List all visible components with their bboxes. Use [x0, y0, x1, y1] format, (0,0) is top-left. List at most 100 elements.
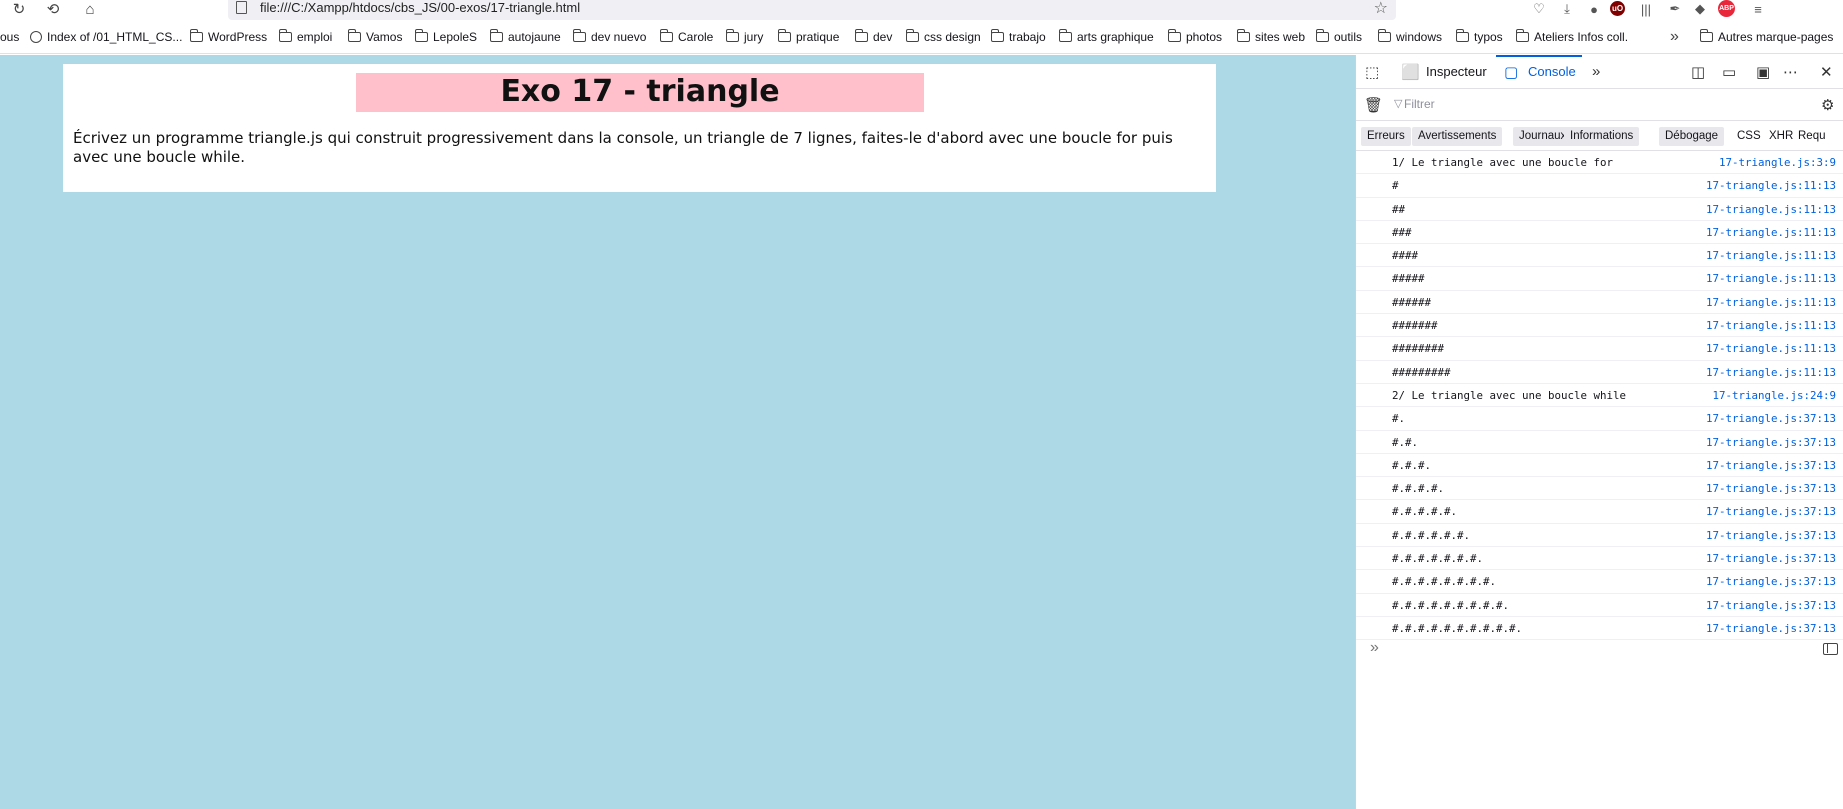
bookmark-other[interactable]: Autres marque-pages [1699, 29, 1833, 44]
bookmark-item[interactable]: photos [1167, 29, 1222, 44]
bookmark-item[interactable]: WordPress [189, 29, 267, 44]
bookmark-label: Index of /01_HTML_CS... [47, 30, 183, 44]
source-location-link[interactable]: 17-triangle.js:37:13 [1706, 575, 1836, 588]
source-location-link[interactable]: 17-triangle.js:24:9 [1712, 389, 1836, 402]
folder-icon [854, 29, 868, 42]
console-message: #.#.#.#.#.#.#. 17-triangle.js:37:13 [1356, 547, 1843, 571]
source-location-link[interactable]: 17-triangle.js:11:13 [1706, 366, 1836, 379]
bookmark-item[interactable]: sites web [1236, 29, 1305, 44]
source-location-link[interactable]: 17-triangle.js:37:13 [1706, 436, 1836, 449]
console-message-text: ######### [1392, 365, 1451, 379]
history-icon[interactable]: ⟲ [42, 0, 64, 18]
folder-icon [1236, 29, 1250, 42]
responsive-icon[interactable]: ▣ [1756, 63, 1770, 81]
dock-icon[interactable]: ◫ [1691, 63, 1705, 81]
bookmark-item[interactable]: ous [0, 30, 19, 44]
source-location-link[interactable]: 17-triangle.js:11:13 [1706, 249, 1836, 262]
source-location-link[interactable]: 17-triangle.js:37:13 [1706, 552, 1836, 565]
exercise-description: Écrivez un programme triangle.js qui con… [73, 129, 1173, 166]
source-location-link[interactable]: 17-triangle.js:37:13 [1706, 599, 1836, 612]
bookmark-item[interactable]: autojaune [489, 29, 561, 44]
bookmark-item[interactable]: dev [854, 29, 892, 44]
page-title: Exo 17 - triangle [356, 73, 924, 112]
tab-console[interactable]: Console [1528, 64, 1576, 79]
bookmark-label: arts graphique [1077, 30, 1154, 44]
ublock-icon[interactable]: uO [1610, 1, 1625, 16]
folder-icon [572, 29, 586, 42]
folder-icon [1515, 29, 1529, 42]
home-icon[interactable]: ⌂ [79, 0, 101, 18]
source-location-link[interactable]: 17-triangle.js:3:9 [1719, 156, 1836, 169]
more-tabs-icon[interactable]: » [1592, 63, 1600, 80]
close-icon[interactable]: ✕ [1820, 63, 1833, 81]
eyedropper-icon[interactable]: ✒ [1665, 0, 1685, 18]
split-console-icon[interactable] [1823, 643, 1838, 655]
source-location-link[interactable]: 17-triangle.js:11:13 [1706, 179, 1836, 192]
console-message-text: ##### [1392, 272, 1425, 286]
bookmark-label: pratique [796, 30, 840, 44]
bookmark-item[interactable]: windows [1377, 29, 1442, 44]
console-message-text: ####### [1392, 319, 1438, 333]
request-filter-toggle[interactable]: CSS [1731, 127, 1767, 146]
bookmark-item[interactable]: dev nuevo [572, 29, 646, 44]
source-location-link[interactable]: 17-triangle.js:11:13 [1706, 342, 1836, 355]
log-level-toggle[interactable]: Avertissements [1412, 127, 1503, 146]
bookmark-item[interactable]: trabajo [990, 29, 1046, 44]
source-location-link[interactable]: 17-triangle.js:11:13 [1706, 296, 1836, 309]
element-picker-icon[interactable]: ⬚ [1365, 63, 1379, 81]
bookmark-label: Carole [678, 30, 714, 44]
bookmark-item[interactable]: outils [1315, 29, 1362, 44]
source-location-link[interactable]: 17-triangle.js:37:13 [1706, 459, 1836, 472]
bookmark-item[interactable]: pratique [777, 29, 840, 44]
log-level-toggle[interactable]: Débogage [1659, 127, 1725, 146]
bookmark-item[interactable]: Ateliers Infos coll. [1515, 29, 1628, 44]
bookmark-item[interactable]: arts graphique [1058, 29, 1154, 44]
source-location-link[interactable]: 17-triangle.js:37:13 [1706, 412, 1836, 425]
bookmark-item[interactable]: Carole [659, 29, 714, 44]
bookmark-item[interactable]: Vamos [347, 29, 402, 44]
folder-icon [1455, 29, 1469, 42]
tab-inspector[interactable]: Inspecteur [1426, 64, 1487, 79]
pocket-icon[interactable]: ♡ [1529, 0, 1549, 18]
source-location-link[interactable]: 17-triangle.js:37:13 [1706, 529, 1836, 542]
menu-icon[interactable]: ≡ [1748, 0, 1768, 18]
folder-icon [1058, 29, 1072, 42]
more-options-icon[interactable]: ⋯ [1783, 63, 1798, 81]
source-location-link[interactable]: 17-triangle.js:11:13 [1706, 319, 1836, 332]
account-icon[interactable]: ● [1584, 0, 1604, 18]
request-filter-toggle[interactable]: Requ [1792, 127, 1832, 146]
bookmark-star-icon[interactable]: ☆ [1374, 0, 1388, 18]
source-location-link[interactable]: 17-triangle.js:37:13 [1706, 505, 1836, 518]
source-location-link[interactable]: 17-triangle.js:11:13 [1706, 226, 1836, 239]
console-message: #.#.#.#.#.#. 17-triangle.js:37:13 [1356, 524, 1843, 548]
bookmarks-overflow-icon[interactable]: » [1670, 28, 1679, 46]
trash-icon[interactable]: 🗑 [1364, 96, 1383, 114]
bookmark-item[interactable]: typos [1455, 29, 1503, 44]
bookmark-item[interactable]: jury [725, 29, 763, 44]
log-level-toggle[interactable]: Erreurs [1361, 127, 1411, 146]
layers-icon[interactable]: ◆ [1690, 0, 1710, 18]
console-message-text: #### [1392, 249, 1419, 263]
download-icon[interactable]: ⤓ [1557, 0, 1577, 18]
folder-icon [659, 29, 673, 42]
source-location-link[interactable]: 17-triangle.js:37:13 [1706, 482, 1836, 495]
bookmark-item[interactable]: emploi [278, 29, 332, 44]
adblock-icon[interactable]: ABP [1718, 0, 1735, 17]
reload-icon[interactable]: ↻ [8, 0, 30, 18]
filter-input[interactable]: Filtrer [1404, 97, 1784, 115]
settings-gear-icon[interactable]: ⚙ [1821, 96, 1834, 114]
bookmark-item[interactable]: LepoleS [414, 29, 477, 44]
url-text[interactable]: file:///C:/Xampp/htdocs/cbs_JS/00-exos/1… [260, 0, 580, 15]
screenshot-icon[interactable]: ▭ [1722, 63, 1736, 81]
log-level-toggle[interactable]: Informations [1564, 127, 1640, 146]
bookmark-item[interactable]: css design [905, 29, 981, 44]
bookmark-label: autojaune [508, 30, 561, 44]
library-icon[interactable]: ||| [1636, 0, 1656, 18]
source-location-link[interactable]: 17-triangle.js:11:13 [1706, 203, 1836, 216]
console-message-text: ######## [1392, 342, 1445, 356]
bookmark-item[interactable]: Index of /01_HTML_CS... [30, 30, 182, 44]
url-bar[interactable]: file:///C:/Xampp/htdocs/cbs_JS/00-exos/1… [228, 0, 1396, 20]
source-location-link[interactable]: 17-triangle.js:11:13 [1706, 272, 1836, 285]
console-input[interactable]: » [1356, 635, 1843, 665]
source-location-link[interactable]: 17-triangle.js:37:13 [1706, 622, 1836, 635]
